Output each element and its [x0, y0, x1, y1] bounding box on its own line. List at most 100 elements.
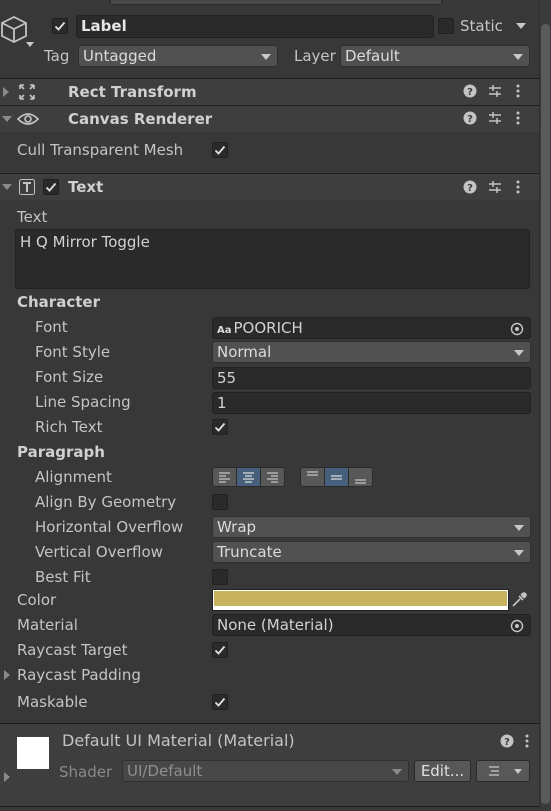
- vertical-overflow-dropdown[interactable]: Truncate: [212, 541, 531, 563]
- layer-dropdown[interactable]: Default: [340, 45, 530, 67]
- horizontal-overflow-value: Wrap: [217, 518, 257, 536]
- font-style-label: Font Style: [35, 343, 111, 361]
- gameobject-name-input[interactable]: Label: [76, 15, 434, 38]
- align-center-button[interactable]: [236, 467, 261, 487]
- checkmark-icon: [45, 182, 57, 192]
- align-middle-icon: [331, 475, 342, 480]
- color-label: Color: [17, 591, 57, 609]
- raycast-padding-label[interactable]: Raycast Padding: [17, 665, 141, 685]
- font-value: POORICH: [233, 319, 303, 337]
- sliders-icon[interactable]: [488, 111, 502, 129]
- target-circle-icon[interactable]: [510, 321, 524, 341]
- svg-text:?: ?: [467, 183, 473, 194]
- horizontal-overflow-label: Horizontal Overflow: [35, 518, 184, 536]
- align-right-icon: [267, 472, 278, 483]
- color-field[interactable]: [212, 589, 509, 611]
- chevron-down-icon: [514, 350, 524, 356]
- sliders-icon[interactable]: [488, 180, 502, 198]
- align-bottom-button[interactable]: [348, 467, 373, 487]
- raycast-padding-foldout-icon[interactable]: [4, 670, 10, 680]
- rect-transform-title: Rect Transform: [68, 83, 197, 101]
- raycast-target-label: Raycast Target: [17, 641, 128, 659]
- font-size-label: Font Size: [35, 368, 104, 386]
- tag-value: Untagged: [83, 47, 157, 65]
- align-left-button[interactable]: [212, 467, 237, 487]
- help-icon[interactable]: ?: [463, 111, 477, 129]
- move-arrows-icon: [18, 83, 36, 105]
- shader-options-button[interactable]: [476, 760, 530, 782]
- eye-icon: [16, 111, 40, 131]
- font-field[interactable]: Aa POORICH: [212, 317, 531, 339]
- material-field[interactable]: None (Material): [212, 614, 531, 636]
- font-style-dropdown[interactable]: Normal: [212, 341, 531, 363]
- edit-shader-button[interactable]: Edit...: [414, 760, 471, 782]
- maskable-toggle[interactable]: [212, 694, 228, 710]
- static-toggle[interactable]: [438, 18, 454, 34]
- checkmark-icon: [214, 645, 226, 655]
- help-icon[interactable]: ?: [463, 180, 477, 198]
- layer-value: Default: [345, 47, 400, 65]
- static-label: Static: [460, 17, 503, 35]
- top-toolbar-remnant: [110, 0, 442, 5]
- cull-transparent-mesh-toggle[interactable]: [212, 142, 228, 158]
- kebab-menu-icon[interactable]: [524, 734, 530, 752]
- text-enabled-toggle[interactable]: [43, 179, 59, 195]
- text-area[interactable]: H Q Mirror Toggle: [15, 229, 530, 289]
- chevron-down-icon: [514, 550, 524, 556]
- canvas-renderer-header[interactable]: Canvas Renderer ?: [0, 105, 540, 132]
- material-label: Material: [17, 616, 78, 634]
- text-label: Text: [17, 208, 48, 226]
- target-circle-icon[interactable]: [510, 618, 524, 638]
- font-asset-icon: Aa: [217, 325, 232, 336]
- rect-transform-header[interactable]: Rect Transform ?: [0, 78, 540, 105]
- kebab-menu-icon[interactable]: [515, 84, 521, 102]
- checkmark-icon: [214, 697, 226, 707]
- color-swatch: [214, 591, 507, 606]
- align-bottom-icon: [355, 479, 366, 484]
- divider: [0, 806, 540, 807]
- eyedropper-icon[interactable]: [510, 591, 530, 611]
- foldout-arrow-icon[interactable]: [2, 184, 12, 190]
- layer-label: Layer: [294, 47, 336, 65]
- material-preview-swatch: [17, 737, 49, 769]
- text-component-header[interactable]: Text ?: [0, 173, 540, 200]
- foldout-arrow-icon[interactable]: [2, 116, 12, 122]
- vertical-overflow-value: Truncate: [217, 543, 282, 561]
- align-middle-button[interactable]: [324, 467, 349, 487]
- checkmark-icon: [214, 145, 226, 155]
- chevron-down-icon: [514, 769, 522, 774]
- text-component-title: Text: [68, 178, 104, 196]
- shader-dropdown[interactable]: UI/Default: [122, 760, 409, 782]
- canvas-renderer-title: Canvas Renderer: [68, 110, 213, 128]
- static-dropdown-icon[interactable]: [516, 23, 526, 29]
- rich-text-label: Rich Text: [35, 418, 103, 436]
- active-toggle[interactable]: [52, 18, 68, 34]
- best-fit-label: Best Fit: [35, 568, 91, 586]
- cube-dropdown-icon[interactable]: [26, 42, 34, 47]
- cull-transparent-mesh-label: Cull Transparent Mesh: [17, 141, 184, 159]
- best-fit-toggle[interactable]: [212, 569, 228, 585]
- rich-text-toggle[interactable]: [212, 419, 228, 435]
- inspector-scrollbar[interactable]: [539, 0, 551, 811]
- text-component-icon: [19, 179, 35, 199]
- align-top-button[interactable]: [300, 467, 325, 487]
- raycast-target-toggle[interactable]: [212, 642, 228, 658]
- material-panel-title: Default UI Material (Material): [62, 731, 295, 750]
- align-by-geometry-toggle[interactable]: [212, 494, 228, 510]
- kebab-menu-icon[interactable]: [515, 111, 521, 129]
- tag-dropdown[interactable]: Untagged: [78, 45, 278, 67]
- material-panel: Default UI Material (Material) ? Shader …: [0, 724, 540, 806]
- line-spacing-input[interactable]: 1: [212, 392, 531, 414]
- material-foldout-icon[interactable]: [4, 772, 10, 782]
- sliders-icon[interactable]: [488, 84, 502, 102]
- help-icon[interactable]: ?: [463, 84, 477, 102]
- scrollbar-thumb[interactable]: [541, 24, 550, 804]
- align-top-icon: [307, 471, 318, 476]
- align-right-button[interactable]: [260, 467, 285, 487]
- help-icon[interactable]: ?: [500, 734, 514, 752]
- foldout-arrow-icon[interactable]: [3, 87, 9, 97]
- horizontal-overflow-dropdown[interactable]: Wrap: [212, 516, 531, 538]
- kebab-menu-icon[interactable]: [515, 180, 521, 198]
- font-size-input[interactable]: 55: [212, 367, 531, 389]
- chevron-down-icon: [513, 54, 523, 60]
